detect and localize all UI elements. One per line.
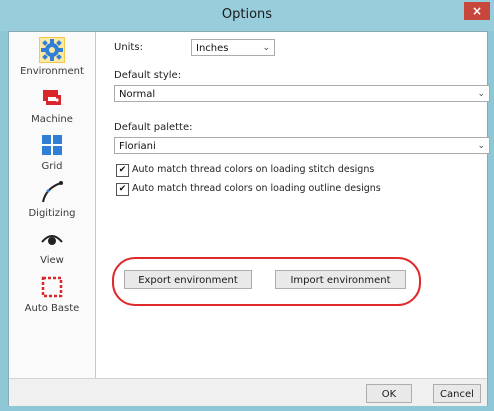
default-palette-select[interactable]: Floriani ⌄ [114,137,490,154]
default-palette-label: Default palette: [114,122,193,133]
dialog-footer: OK Cancel [9,378,487,406]
sidebar-item-label: Digitizing [28,208,76,219]
export-environment-button[interactable]: Export environment [124,270,252,289]
ok-button[interactable]: OK [366,384,412,403]
cancel-button[interactable]: Cancel [433,384,481,403]
sidebar-item-label: Auto Baste [24,303,80,314]
default-style-select[interactable]: Normal ⌄ [114,85,490,102]
window-title: Options [221,7,273,22]
dotted-square-icon [41,276,63,298]
auto-match-outline-label: Auto match thread colors on loading outl… [132,183,381,194]
chevron-down-icon: ⌄ [477,141,485,151]
units-value: Inches [196,43,229,54]
curve-icon [42,181,63,203]
default-palette-value: Floriani [119,141,156,152]
sewing-machine-icon [43,90,61,105]
auto-match-stitch-label: Auto match thread colors on loading stit… [132,164,375,175]
dialog-body: Environment Machine Grid Digitizing View… [8,31,490,406]
sidebar-item-digitizing[interactable]: Digitizing [9,180,95,219]
units-label: Units: [114,42,143,53]
options-dialog: Options × Environment Machine Grid Digit… [0,0,494,411]
chevron-down-icon: ⌄ [262,43,270,53]
sidebar-item-environment[interactable]: Environment [9,37,95,77]
import-environment-button[interactable]: Import environment [275,270,406,289]
default-style-label: Default style: [114,70,182,81]
eye-icon [41,235,63,245]
sidebar-item-label: View [40,255,64,266]
chevron-down-icon: ⌄ [477,89,485,99]
sidebar-item-view[interactable]: View [9,227,95,266]
gear-icon [39,37,65,63]
sidebar-item-machine[interactable]: Machine [9,86,95,125]
close-button[interactable]: × [464,2,490,20]
sidebar-item-label: Grid [41,161,63,172]
options-sidebar: Environment Machine Grid Digitizing View… [9,32,96,378]
units-select[interactable]: Inches ⌄ [191,39,275,56]
sidebar-item-grid[interactable]: Grid [9,133,95,172]
auto-match-outline-checkbox[interactable]: ✔ [116,183,129,196]
title-bar[interactable]: Options × [0,0,494,31]
auto-match-stitch-checkbox[interactable]: ✔ [116,164,129,177]
sidebar-item-label: Machine [31,114,73,125]
default-style-value: Normal [119,89,156,100]
sidebar-item-auto-baste[interactable]: Auto Baste [9,275,95,314]
sidebar-item-label: Environment [20,66,84,77]
environment-panel: Units: Inches ⌄ Default style: Normal ⌄ … [96,32,490,378]
grid-icon [42,135,62,155]
